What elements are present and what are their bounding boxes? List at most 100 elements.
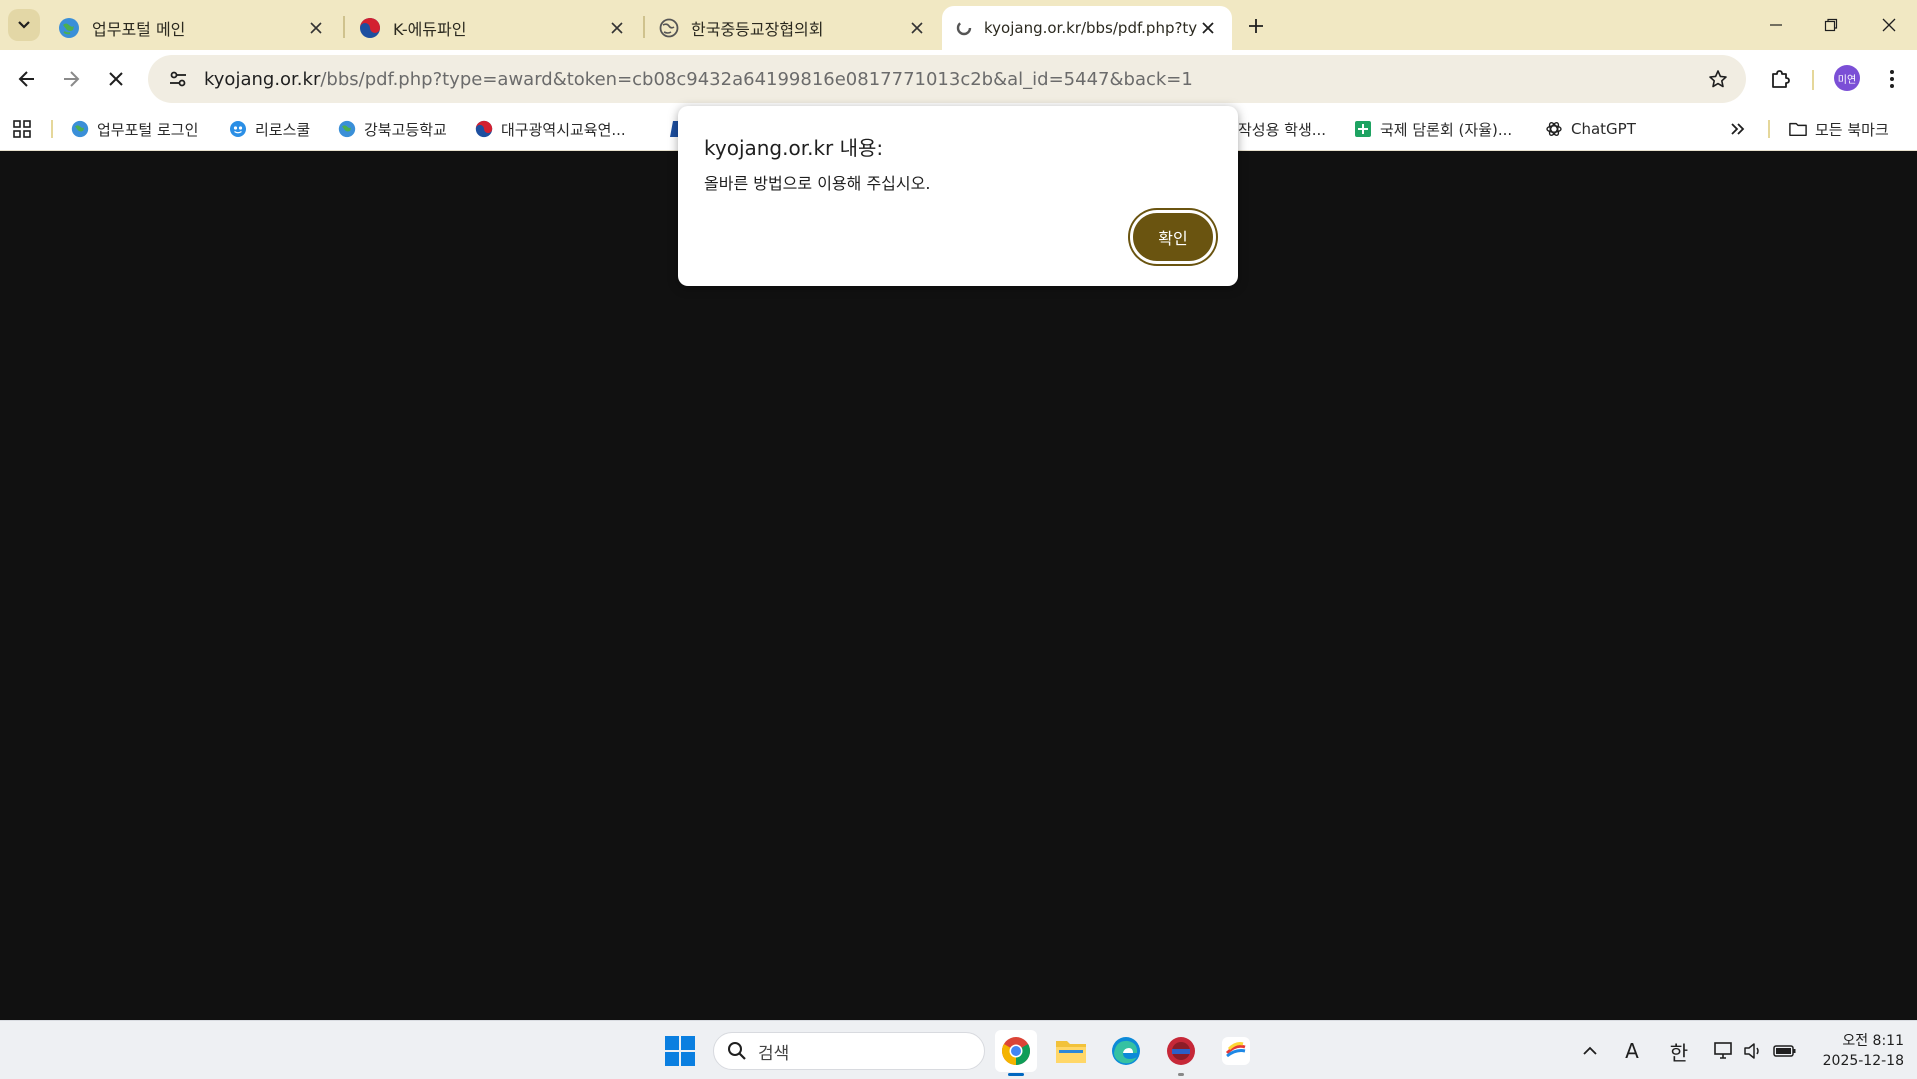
tab-close-icon[interactable] xyxy=(1198,18,1218,38)
alert-dialog: kyojang.or.kr 내용: 올바른 방법으로 이용해 주십시오. 확인 xyxy=(678,106,1238,286)
taskbar-app-red[interactable] xyxy=(1160,1030,1202,1076)
bookmark-star-button[interactable] xyxy=(1704,65,1732,93)
more-vertical-icon xyxy=(1890,70,1894,88)
active-indicator xyxy=(1008,1073,1024,1076)
search-icon xyxy=(726,1040,748,1062)
all-bookmarks-button[interactable]: 모든 북마크 xyxy=(1789,114,1889,144)
system-clock[interactable]: 오전 8:11 2025-12-18 xyxy=(1808,1031,1904,1071)
folder-icon xyxy=(1789,120,1807,138)
bookmark-riroschool[interactable]: 리로스쿨 xyxy=(229,114,310,144)
toolbar-separator xyxy=(1812,70,1814,90)
arrow-right-icon xyxy=(64,71,80,87)
browser-menu-button[interactable] xyxy=(1875,62,1909,96)
site-info-button[interactable] xyxy=(158,59,198,99)
browser-toolbar: kyojang.or.kr/bbs/pdf.php?type=award&tok… xyxy=(0,50,1917,108)
running-indicator xyxy=(1178,1073,1184,1076)
dialog-message: 올바른 방법으로 이용해 주십시오. xyxy=(704,174,931,193)
apps-grid-icon xyxy=(13,120,31,138)
bookmark-intl-discourse[interactable]: 국제 담론회 (자율)... xyxy=(1354,114,1512,144)
tab-portal-main[interactable]: 업무포털 메인 xyxy=(44,6,340,50)
app-stripe-icon xyxy=(1222,1037,1250,1065)
profile-avatar[interactable]: 미연 xyxy=(1834,65,1860,91)
riro-icon xyxy=(229,120,247,138)
extensions-button[interactable] xyxy=(1763,62,1797,96)
tab-close-icon[interactable] xyxy=(306,18,326,38)
globe-icon xyxy=(338,120,356,138)
bookmark-chatgpt[interactable]: ChatGPT xyxy=(1545,114,1636,144)
bookmark-label: 업무포털 로그인 xyxy=(97,120,199,139)
edge-icon xyxy=(1112,1037,1140,1065)
minimize-icon xyxy=(1770,24,1782,26)
loading-icon xyxy=(956,20,972,36)
bookmark-separator xyxy=(51,120,53,138)
bookmark-label: 국제 담론회 (자율)... xyxy=(1380,120,1513,139)
dialog-title: kyojang.or.kr 내용: xyxy=(704,136,884,160)
bookmark-label: ChatGPT xyxy=(1571,120,1636,138)
sheets-icon xyxy=(1354,120,1372,138)
globe-gray-icon xyxy=(659,18,679,38)
address-bar[interactable]: kyojang.or.kr/bbs/pdf.php?type=award&tok… xyxy=(148,55,1746,103)
stop-loading-button[interactable] xyxy=(99,62,133,96)
taskbar-chrome[interactable] xyxy=(995,1030,1037,1076)
tab-search-button[interactable] xyxy=(8,9,40,41)
forward-button[interactable] xyxy=(54,62,88,96)
taegeuk-icon xyxy=(475,120,493,138)
bookmark-label: 리로스쿨 xyxy=(255,120,311,139)
url-host: kyojang.or.kr xyxy=(204,68,321,90)
bookmark-label: 작성용 학생... xyxy=(1238,120,1327,139)
tab-title: K-에듀파인 xyxy=(393,20,467,39)
tab-kyojang[interactable]: 한국중등교장협의회 xyxy=(645,6,941,50)
search-placeholder: 검색 xyxy=(758,1043,790,1064)
dialog-ok-button[interactable]: 확인 xyxy=(1130,210,1216,264)
url-path: /bbs/pdf.php?type=award&token=cb08c9432a… xyxy=(320,68,1193,90)
more-bookmarks-button[interactable] xyxy=(1730,114,1746,144)
tray-overflow-button[interactable] xyxy=(1578,1037,1602,1065)
tune-icon xyxy=(170,71,186,87)
taskbar-file-explorer[interactable] xyxy=(1050,1030,1092,1072)
tab-close-icon[interactable] xyxy=(607,18,627,38)
arrow-left-icon xyxy=(18,71,34,87)
bookmark-label: 강북고등학교 xyxy=(364,120,447,139)
volume-icon[interactable] xyxy=(1741,1037,1765,1065)
restore-icon xyxy=(1824,18,1838,32)
tab-strip: 업무포털 메인 K-에듀파인 한국중등교장협의회 kyojang.or.kr/b… xyxy=(0,0,1917,50)
minimize-button[interactable] xyxy=(1753,8,1799,42)
new-tab-button[interactable] xyxy=(1242,12,1270,40)
url-text[interactable]: kyojang.or.kr/bbs/pdf.php?type=award&tok… xyxy=(204,69,1193,90)
globe-icon xyxy=(71,120,89,138)
puzzle-icon xyxy=(1772,70,1790,88)
tab-title: 한국중등교장협의회 xyxy=(691,20,824,39)
bookmark-gangbuk-high[interactable]: 강북고등학교 xyxy=(338,114,447,144)
apps-button[interactable] xyxy=(12,114,32,144)
bookmark-portal-login[interactable]: 업무포털 로그인 xyxy=(71,114,198,144)
restore-button[interactable] xyxy=(1808,8,1854,42)
taskbar-search-box[interactable]: 검색 xyxy=(713,1032,985,1070)
taskbar-app-stripe[interactable] xyxy=(1215,1030,1257,1072)
bookmark-label: 대구광역시교육연... xyxy=(501,120,626,139)
chrome-icon xyxy=(1002,1037,1030,1065)
ime-mode-a[interactable]: A xyxy=(1620,1037,1644,1065)
app-badge-icon xyxy=(1167,1037,1195,1065)
battery-icon[interactable] xyxy=(1772,1037,1798,1065)
back-button[interactable] xyxy=(10,62,44,96)
globe-icon xyxy=(59,18,79,38)
bookmark-student-writing[interactable]: 작성용 학생... xyxy=(1238,114,1326,144)
double-chevron-right-icon xyxy=(1731,123,1745,135)
tab-close-icon[interactable] xyxy=(907,18,927,38)
chevron-down-icon xyxy=(18,21,30,29)
all-bookmarks-label: 모든 북마크 xyxy=(1815,120,1889,139)
ime-mode-han[interactable]: 한 xyxy=(1666,1037,1692,1065)
tab-pdf-active[interactable]: kyojang.or.kr/bbs/pdf.php?type=award xyxy=(942,6,1232,50)
tab-title: kyojang.or.kr/bbs/pdf.php?type=award xyxy=(984,19,1198,37)
network-icon[interactable] xyxy=(1712,1037,1736,1065)
plus-icon xyxy=(1249,19,1263,33)
windows-taskbar: 검색 A 한 오전 8:11 2025-12-18 xyxy=(0,1020,1917,1079)
close-window-button[interactable] xyxy=(1866,8,1912,42)
clock-time: 오전 8:11 xyxy=(1842,1033,1904,1049)
tab-k-edufine[interactable]: K-에듀파인 xyxy=(345,6,641,50)
close-icon xyxy=(109,72,123,86)
windows-start-icon[interactable] xyxy=(664,1035,696,1067)
tab-title: 업무포털 메인 xyxy=(92,20,186,39)
taskbar-edge[interactable] xyxy=(1105,1030,1147,1072)
bookmark-daegu-edu[interactable]: 대구광역시교육연... xyxy=(475,114,626,144)
